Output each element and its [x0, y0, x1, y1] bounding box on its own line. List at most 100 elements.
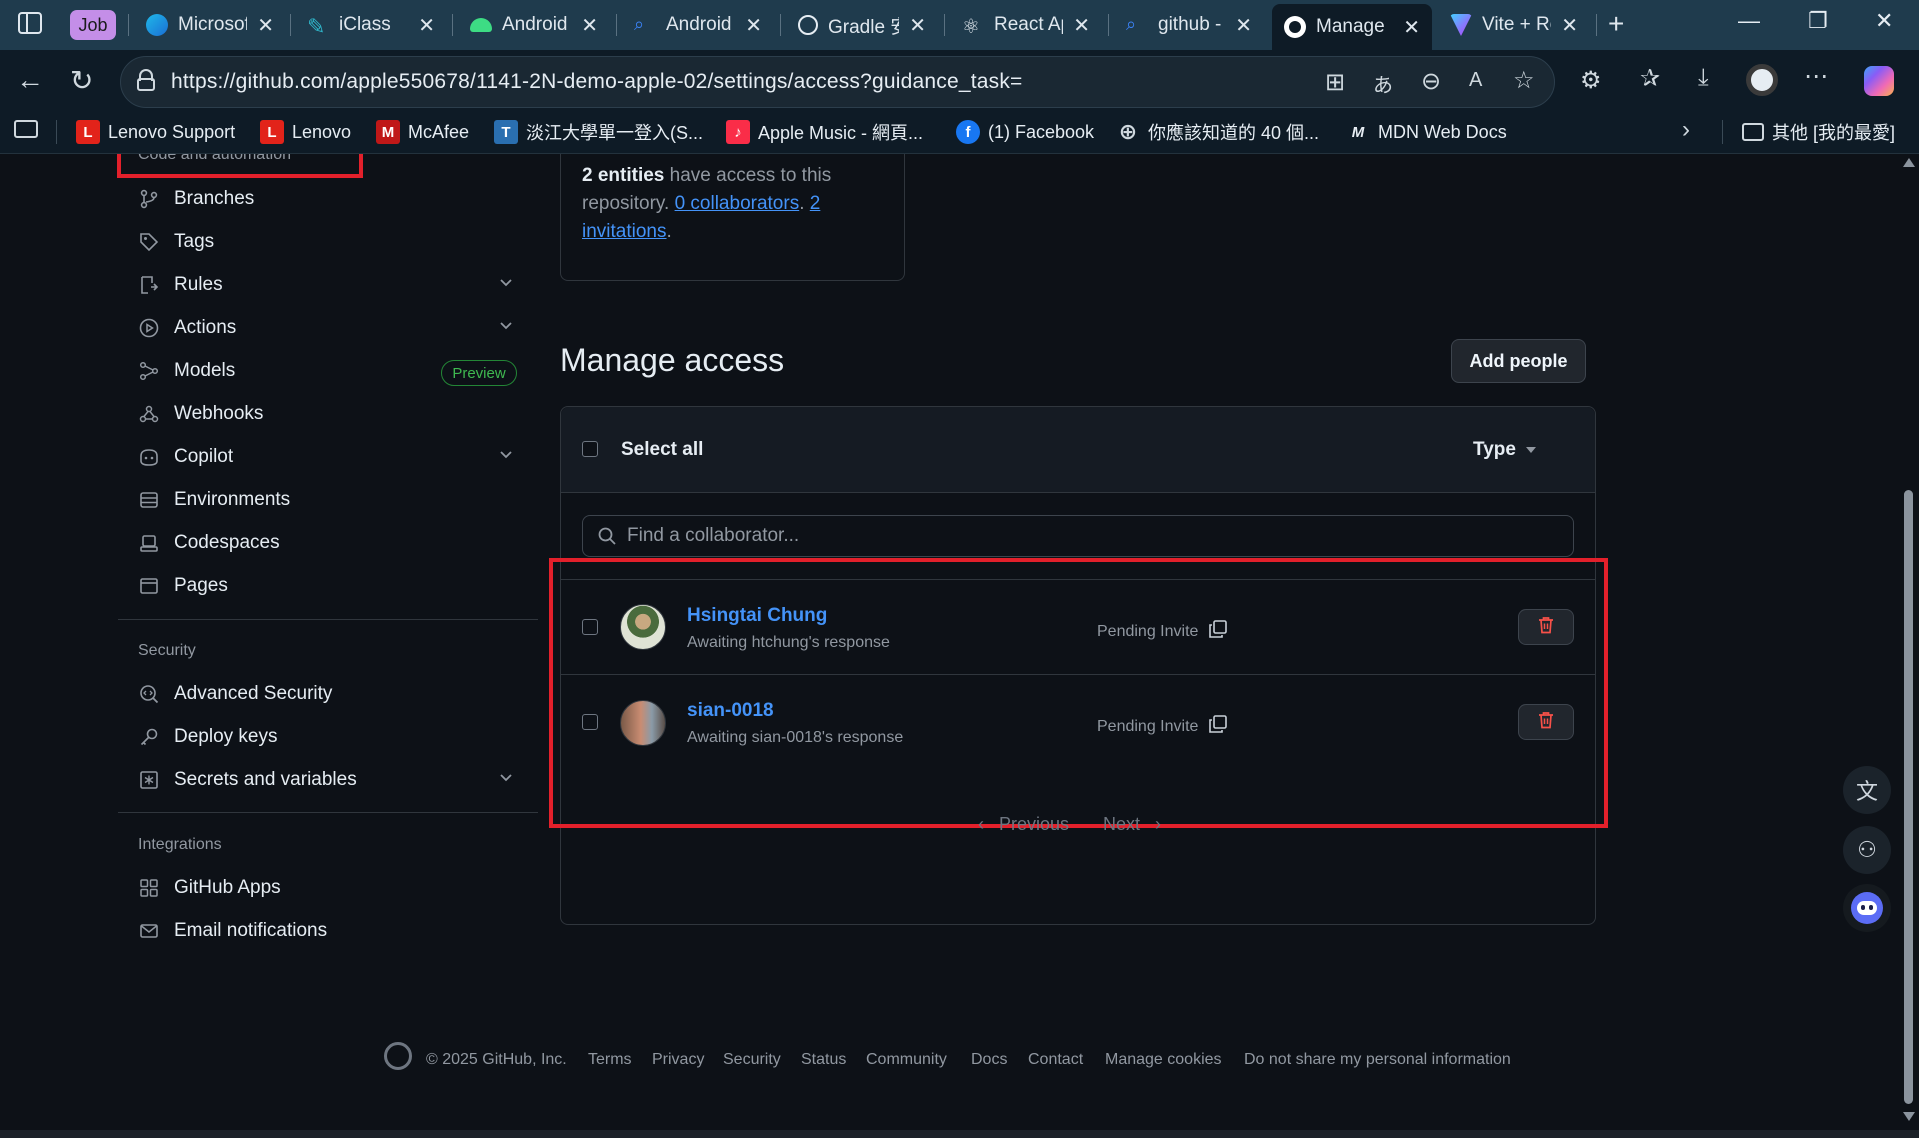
back-icon[interactable]: ←: [16, 64, 44, 96]
bookmark-lenovo[interactable]: L Lenovo: [260, 118, 351, 146]
close-window-icon[interactable]: ✕: [1875, 8, 1893, 34]
more-menu-icon[interactable]: ⋯: [1804, 62, 1828, 91]
chevron-down-icon[interactable]: [498, 446, 514, 467]
close-tab-icon[interactable]: ✕: [1073, 13, 1090, 38]
find-collaborator-field[interactable]: Find a collaborator...: [582, 515, 1574, 557]
sidebar-item-webhooks[interactable]: Webhooks: [138, 398, 263, 430]
next-page-button[interactable]: Next ›: [1103, 814, 1161, 835]
chevron-down-icon[interactable]: [498, 769, 514, 790]
sidebar-item-github-apps[interactable]: GitHub Apps: [138, 872, 281, 904]
sidebar-item-email-notifications[interactable]: Email notifications: [138, 915, 327, 947]
footer-link-manage-cookies[interactable]: Manage cookies: [1105, 1051, 1222, 1069]
close-tab-icon[interactable]: ✕: [1561, 13, 1578, 38]
refresh-icon[interactable]: ↻: [70, 64, 93, 97]
split-screen-icon[interactable]: ⊞: [1325, 68, 1345, 97]
address-bar[interactable]: https://github.com/apple550678/1141-2N-d…: [120, 56, 1555, 108]
tab-vite[interactable]: Vite + Re ✕: [1438, 6, 1590, 44]
close-tab-icon[interactable]: ✕: [909, 13, 926, 38]
sidebar-item-codespaces[interactable]: Codespaces: [138, 527, 280, 559]
bookmark-other-folder[interactable]: 其他 [我的最愛]: [1742, 118, 1895, 146]
footer-link-do-not-share[interactable]: Do not share my personal information: [1244, 1051, 1511, 1069]
restore-icon[interactable]: ❐: [1808, 8, 1828, 34]
close-tab-icon[interactable]: ✕: [745, 13, 762, 38]
tab-react[interactable]: ⚛ React Ap ✕: [950, 6, 1102, 44]
mail-icon: [138, 920, 160, 942]
footer-link-community[interactable]: Community: [866, 1051, 947, 1069]
select-all-label[interactable]: Select all: [621, 439, 703, 461]
copilot-icon[interactable]: [1864, 66, 1894, 96]
tab-android-2[interactable]: ⌕ Android ✕: [622, 6, 774, 44]
previous-page-button[interactable]: ‹ Previous: [978, 814, 1069, 835]
sidebar-item-rules[interactable]: Rules: [138, 269, 223, 301]
footer-link-docs[interactable]: Docs: [971, 1051, 1007, 1069]
bookmark-mcafee[interactable]: M McAfee: [376, 118, 469, 146]
select-all-checkbox[interactable]: [582, 441, 598, 457]
footer-link-security[interactable]: Security: [723, 1051, 781, 1069]
browser-tab-strip: Job Microsof ✕ ✎ iClass ✕ Android ✕ ⌕ An…: [0, 0, 1919, 50]
tab-microsoft[interactable]: Microsof ✕: [134, 6, 286, 44]
sidebar-item-models[interactable]: Models: [138, 355, 235, 387]
tab-group-job[interactable]: Job: [70, 10, 116, 40]
footer-link-status[interactable]: Status: [801, 1051, 846, 1069]
sidebar-item-tags[interactable]: Tags: [138, 226, 214, 258]
extensions-icon[interactable]: ⚙: [1580, 66, 1602, 95]
github-logo-icon[interactable]: [384, 1042, 412, 1070]
assistant-float-button[interactable]: [1843, 884, 1891, 932]
sidebar-item-advanced-security[interactable]: Advanced Security: [138, 678, 332, 710]
close-tab-icon[interactable]: ✕: [1403, 15, 1420, 40]
tab-iclass[interactable]: ✎ iClass ✕: [295, 6, 447, 44]
sidebar-item-secrets-variables[interactable]: Secrets and variables: [138, 764, 357, 796]
chevron-down-icon[interactable]: [498, 274, 514, 295]
bookmark-tku-sso[interactable]: T 淡江大學單一登入(S...: [494, 118, 703, 146]
add-people-button[interactable]: Add people: [1451, 339, 1586, 383]
close-tab-icon[interactable]: ✕: [257, 13, 274, 38]
scroll-up-arrow-icon[interactable]: [1903, 158, 1915, 167]
sidebar-toggle-icon[interactable]: [18, 12, 42, 34]
sidebar-item-environments[interactable]: Environments: [138, 484, 290, 516]
url-text[interactable]: https://github.com/apple550678/1141-2N-d…: [171, 70, 1023, 94]
bookmark-facebook[interactable]: f (1) Facebook: [956, 118, 1094, 146]
tab-manage-access[interactable]: Manage ✕: [1272, 4, 1432, 50]
tab-android-1[interactable]: Android ✕: [458, 6, 610, 44]
bookmark-lenovo-support[interactable]: L Lenovo Support: [76, 118, 235, 146]
sidebar-item-copilot[interactable]: Copilot: [138, 441, 233, 473]
collaborators-link[interactable]: 0 collaborators: [675, 193, 800, 214]
favorite-star-icon[interactable]: ☆: [1513, 66, 1535, 95]
footer-link-terms[interactable]: Terms: [588, 1051, 632, 1069]
minimize-icon[interactable]: —: [1738, 8, 1760, 34]
bookmark-40-things[interactable]: ⊕ 你應該知道的 40 個...: [1116, 118, 1319, 146]
new-tab-button[interactable]: +: [1608, 8, 1624, 40]
sidebar-item-branches[interactable]: Branches: [138, 183, 254, 215]
tab-github-search[interactable]: ⌕ github - ✕: [1114, 6, 1264, 44]
chevron-right-icon[interactable]: ›: [1682, 116, 1690, 144]
footer-link-privacy[interactable]: Privacy: [652, 1051, 704, 1069]
downloads-icon[interactable]: ⤓: [1698, 64, 1709, 92]
github-float-button[interactable]: ⚇: [1843, 826, 1891, 874]
translate-float-button[interactable]: 文: [1843, 766, 1891, 814]
tab-gradle[interactable]: Gradle 安 ✕: [786, 6, 938, 44]
translate-icon[interactable]: あ: [1373, 69, 1393, 98]
chevron-down-icon[interactable]: [498, 317, 514, 338]
close-tab-icon[interactable]: ✕: [1235, 13, 1252, 38]
lock-icon[interactable]: [137, 69, 155, 91]
zoom-out-icon[interactable]: ⊖: [1421, 67, 1441, 96]
type-filter-dropdown[interactable]: Type: [1473, 439, 1536, 461]
sidebar-item-deploy-keys[interactable]: Deploy keys: [138, 721, 278, 753]
sidebar-item-actions[interactable]: Actions: [138, 312, 236, 344]
scroll-down-arrow-icon[interactable]: [1903, 1112, 1915, 1121]
bookmark-mdn[interactable]: M MDN Web Docs: [1346, 118, 1507, 146]
lenovo-icon: L: [76, 120, 100, 144]
read-aloud-icon[interactable]: A: [1469, 69, 1482, 92]
footer-link-contact[interactable]: Contact: [1028, 1051, 1083, 1069]
invitations-count-link[interactable]: 2: [810, 193, 821, 214]
reading-list-icon[interactable]: [14, 120, 38, 138]
scrollbar-thumb[interactable]: [1904, 490, 1913, 1104]
close-tab-icon[interactable]: ✕: [581, 13, 598, 38]
sidebar-item-pages[interactable]: Pages: [138, 570, 228, 602]
close-tab-icon[interactable]: ✕: [418, 13, 435, 38]
profile-avatar[interactable]: [1746, 64, 1778, 96]
mcafee-icon: M: [376, 120, 400, 144]
invitations-link[interactable]: invitations: [582, 221, 667, 242]
bookmark-apple-music[interactable]: ♪ Apple Music - 網頁...: [726, 118, 923, 146]
favorites-icon[interactable]: ✰: [1640, 64, 1660, 93]
